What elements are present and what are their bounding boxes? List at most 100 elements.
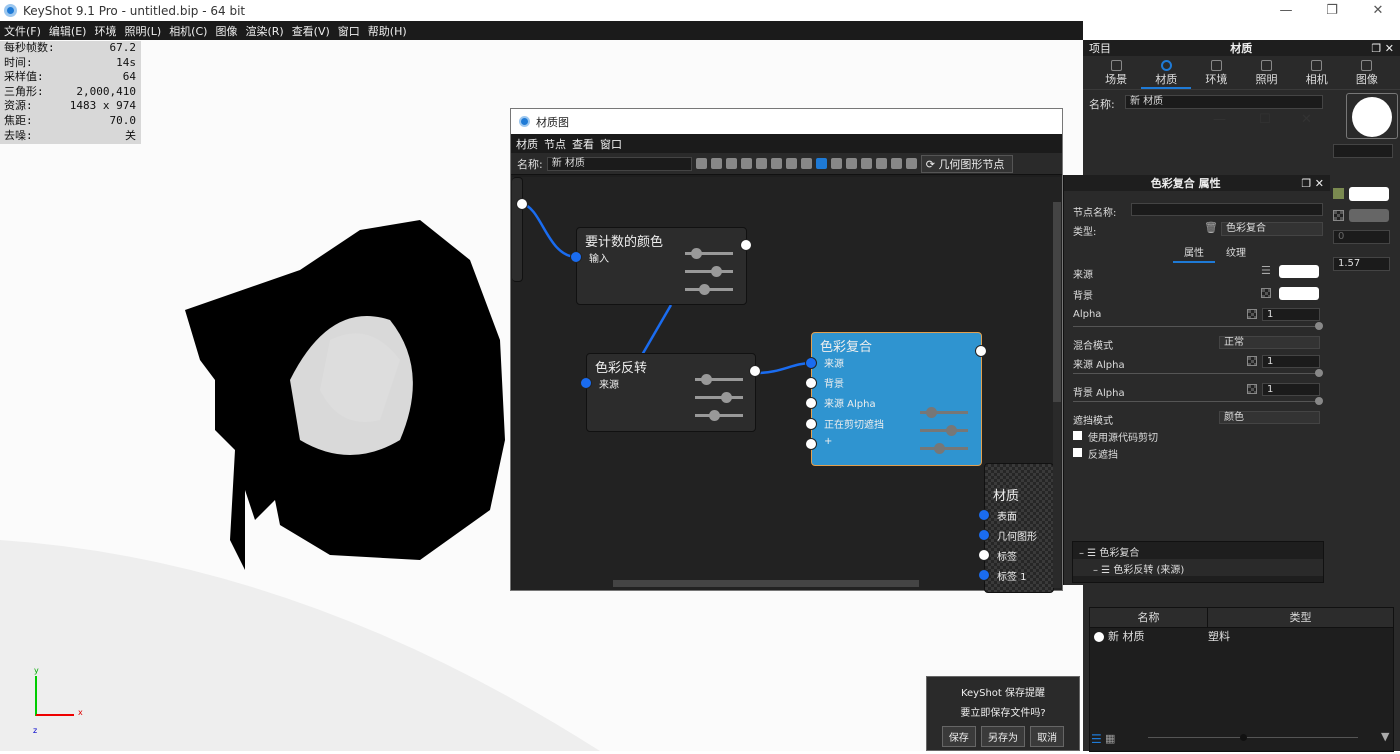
float-close-icons[interactable]: ❐ ✕ <box>1301 177 1324 190</box>
tree-item[interactable]: – ☰ 色彩复合 <box>1073 542 1323 559</box>
menu-help[interactable]: 帮助(H) <box>364 23 411 39</box>
source-alpha-input[interactable]: 1 <box>1262 355 1320 368</box>
input-port[interactable] <box>805 418 817 430</box>
minimize-button[interactable]: — <box>1263 0 1309 21</box>
menu-environment[interactable]: 环境 <box>90 23 120 39</box>
input-port[interactable] <box>978 549 990 561</box>
input-port[interactable] <box>978 529 990 541</box>
play-circle-icon[interactable] <box>741 158 752 169</box>
mg-name-input[interactable]: 新 材质 <box>547 157 692 171</box>
checker-icon[interactable] <box>1261 288 1271 298</box>
column-header-name[interactable]: 名称 <box>1090 608 1208 627</box>
float-close-icons[interactable]: ❐ ✕ <box>1371 42 1394 55</box>
table-row[interactable]: 新 材质 塑料 <box>1090 628 1393 646</box>
sliders-icon[interactable] <box>756 158 767 169</box>
color-swatch-grey[interactable] <box>1349 209 1389 222</box>
type-dropdown[interactable]: 色彩复合 <box>1221 222 1323 236</box>
fit-icon[interactable] <box>876 158 887 169</box>
background-color-swatch[interactable] <box>1279 287 1319 300</box>
tab-lighting[interactable]: 照明 <box>1242 58 1292 89</box>
output-port[interactable] <box>975 345 987 357</box>
save-button[interactable]: 保存 <box>942 726 976 747</box>
list-view-icon[interactable]: ☰ <box>1091 732 1102 746</box>
checker-icon[interactable] <box>726 158 737 169</box>
split-icon[interactable] <box>906 158 917 169</box>
menu-render[interactable]: 渲染(R) <box>241 23 287 39</box>
menu-camera[interactable]: 相机(C) <box>165 23 211 39</box>
invert-mask-checkbox[interactable] <box>1073 448 1082 457</box>
output-port[interactable] <box>740 239 752 251</box>
use-source-clip-checkbox[interactable] <box>1073 431 1082 440</box>
copy-icon[interactable] <box>786 158 797 169</box>
partial-node[interactable] <box>512 177 523 282</box>
value-field[interactable]: 1.57 <box>1333 257 1390 271</box>
input-port[interactable] <box>805 377 817 389</box>
layout-icon[interactable] <box>861 158 872 169</box>
input-port[interactable] <box>805 438 817 450</box>
node-count-color[interactable]: 要计数的颜色 输入 <box>576 227 747 305</box>
dropdown[interactable] <box>1333 144 1393 158</box>
graph-alt-icon[interactable] <box>846 158 857 169</box>
material-ball-icon[interactable] <box>711 158 722 169</box>
background-alpha-input[interactable]: 1 <box>1262 383 1320 396</box>
alpha-slider[interactable] <box>1073 326 1319 327</box>
maximize-button[interactable]: ❐ <box>1309 0 1355 21</box>
input-port[interactable] <box>805 397 817 409</box>
menu-window[interactable]: 窗口 <box>334 23 364 39</box>
menu-lighting[interactable]: 照明(L) <box>120 23 165 39</box>
menu-image[interactable]: 图像 <box>211 23 241 39</box>
geometry-node-button[interactable]: ⟳ 几何图形节点 <box>921 155 1014 173</box>
vertical-scrollbar[interactable] <box>1053 202 1061 588</box>
mg-maximize-button[interactable]: ☐ <box>1259 112 1271 127</box>
trash-icon[interactable]: 🗑 <box>1204 221 1218 234</box>
mg-minimize-button[interactable]: — <box>1213 112 1226 127</box>
mg-menu-window[interactable]: 窗口 <box>597 136 625 152</box>
input-port[interactable] <box>580 377 592 389</box>
filter-icon[interactable]: ▼ <box>1381 730 1389 743</box>
zoom-slider[interactable] <box>1148 737 1358 738</box>
add-port[interactable]: + <box>824 436 832 447</box>
tree-item[interactable]: – ☰ 色彩反转 (来源) <box>1073 559 1323 576</box>
node-color-composite[interactable]: 色彩复合 来源 背景 来源 Alpha 正在剪切遮挡 + <box>811 332 982 466</box>
tab-image[interactable]: 图像 <box>1342 58 1392 89</box>
horizontal-scrollbar[interactable] <box>613 580 919 587</box>
material-name-input[interactable]: 新 材质 <box>1125 95 1323 109</box>
tab-properties[interactable]: 属性 <box>1173 244 1215 263</box>
mg-menu-view[interactable]: 查看 <box>569 136 597 152</box>
output-port[interactable] <box>516 198 528 210</box>
input-port[interactable] <box>978 569 990 581</box>
sliders-icon[interactable]: ☰ <box>1261 264 1271 277</box>
graph-icon[interactable] <box>831 158 842 169</box>
node-material[interactable]: 材质 表面 几何图形 标签 标签 1 <box>984 463 1054 593</box>
mg-close-button[interactable]: ✕ <box>1301 112 1312 127</box>
column-header-type[interactable]: 类型 <box>1208 608 1393 627</box>
minimap-icon[interactable] <box>891 158 902 169</box>
close-button[interactable]: ✕ <box>1355 0 1400 21</box>
value-field[interactable]: 0 <box>1333 230 1390 244</box>
output-port[interactable] <box>749 365 761 377</box>
menu-file[interactable]: 文件(F) <box>0 23 45 39</box>
alpha-input[interactable]: 1 <box>1262 308 1320 321</box>
node-name-input[interactable] <box>1131 203 1323 216</box>
tab-camera[interactable]: 相机 <box>1292 58 1342 89</box>
grid-view-icon[interactable]: ▦ <box>1105 732 1115 745</box>
mg-menu-material[interactable]: 材质 <box>513 136 541 152</box>
input-port[interactable] <box>978 509 990 521</box>
background-alpha-slider[interactable] <box>1073 401 1319 402</box>
save-as-button[interactable]: 另存为 <box>981 726 1025 747</box>
input-port[interactable] <box>570 251 582 263</box>
checker-icon[interactable] <box>1247 309 1257 319</box>
save-icon[interactable] <box>696 158 707 169</box>
node-color-invert[interactable]: 色彩反转 来源 <box>586 353 756 432</box>
menu-edit[interactable]: 编辑(E) <box>45 23 91 39</box>
blend-mode-dropdown[interactable]: 正常 <box>1219 336 1320 349</box>
tab-scene[interactable]: 场景 <box>1091 58 1141 89</box>
checker-icon[interactable] <box>1247 384 1257 394</box>
weight-icon[interactable] <box>771 158 782 169</box>
cancel-button[interactable]: 取消 <box>1030 726 1064 747</box>
input-port[interactable] <box>805 357 817 369</box>
source-alpha-slider[interactable] <box>1073 373 1319 374</box>
tab-texture[interactable]: 纹理 <box>1215 244 1257 259</box>
trash-icon[interactable] <box>801 158 812 169</box>
menu-view[interactable]: 查看(V) <box>288 23 334 39</box>
